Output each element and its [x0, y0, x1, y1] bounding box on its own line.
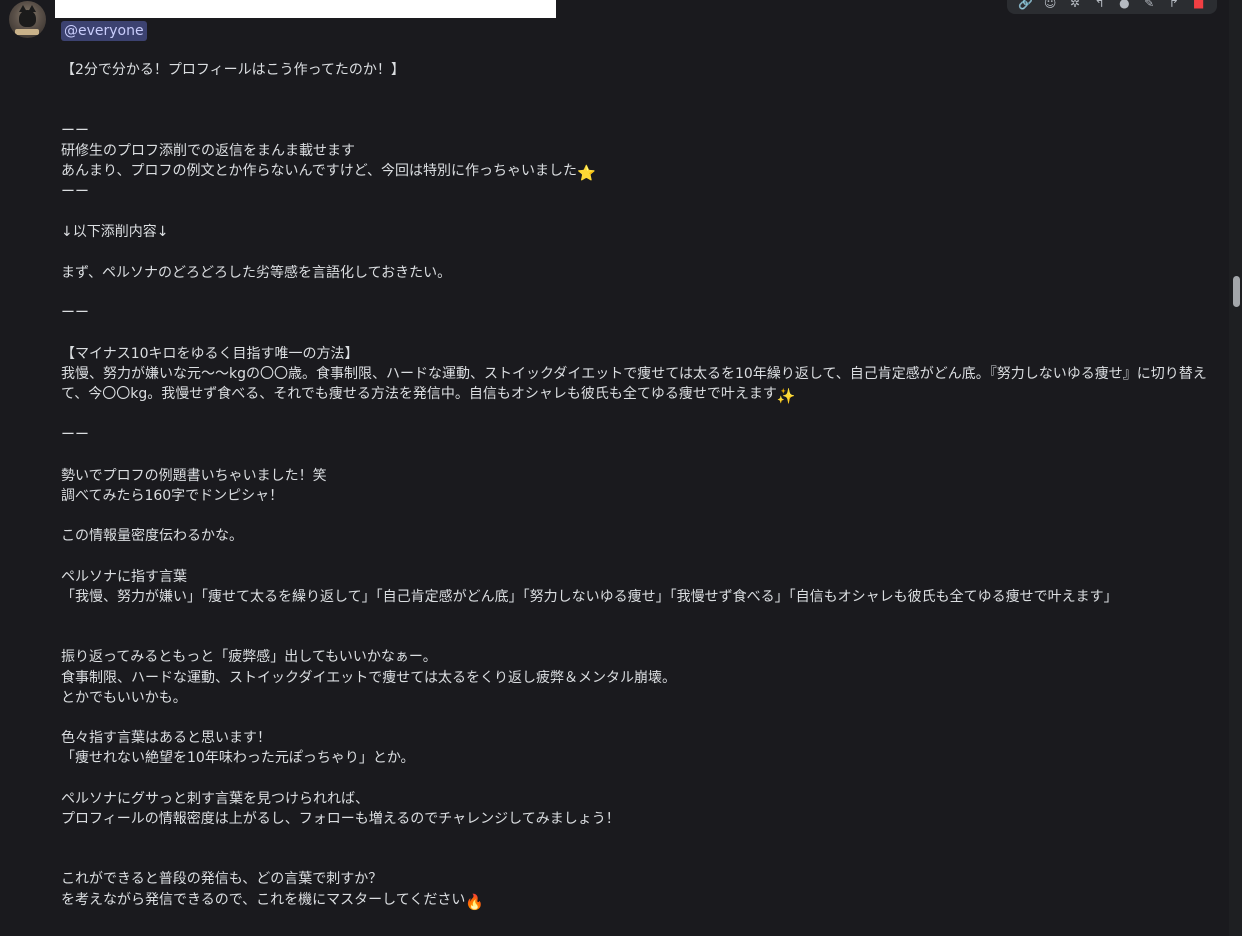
- scrollbar-track[interactable]: [1229, 0, 1242, 936]
- message-line: ペルソナにグサっと刺す言葉を見つけられれば、: [61, 790, 369, 807]
- message-line: ーー: [61, 427, 89, 444]
- message-content: 【2分で分かる！プロフィールはこう作ってたのか！】 ーー 研修生のプロフ添削での…: [61, 60, 1211, 911]
- message-line: 食事制限、ハードな運動、ストイックダイエットで痩せては太るをくり返し疲弊＆メンタ…: [61, 669, 677, 686]
- link-icon[interactable]: 🔗: [1018, 0, 1033, 10]
- message-line: 「痩せれない絶望を10年味わった元ぽっちゃり」とか。: [61, 750, 415, 767]
- message-line: 振り返ってみるともっと「疲弊感」出してもいいかなぁー。: [61, 649, 437, 666]
- message-line: [61, 708, 1211, 728]
- message-line-text: あんまり、プロフの例文とか作らないんですけど、今回は特別に作っちゃいました: [61, 162, 578, 179]
- scrollbar-thumb[interactable]: [1233, 276, 1240, 307]
- message-line: 調べてみたら160字でドンピシャ！: [61, 487, 284, 504]
- message-line: あんまり、プロフの例文とか作らないんですけど、今回は特別に作っちゃいました⭐: [61, 161, 1211, 182]
- star-emoji-icon: ⭐: [577, 163, 596, 182]
- message-line: を考えながら発信できるので、これを機にマスターしてください🔥: [61, 890, 1211, 911]
- emoji-icon[interactable]: ●: [1117, 0, 1131, 10]
- sparkles-emoji-icon: ✨: [776, 386, 796, 405]
- chat-message: 🔗 ☺ ✲ ↰ ● ✎ ↱ ■ @everyone 【2分で分かる！プロフィール…: [0, 0, 1242, 936]
- message-action-toolbar: 🔗 ☺ ✲ ↰ ● ✎ ↱ ■: [1007, 0, 1217, 14]
- delete-icon[interactable]: ■: [1192, 0, 1206, 10]
- fire-emoji-icon: 🔥: [465, 892, 485, 911]
- message-line: 研修生のプロフ添削での返信をまんま載せます: [61, 142, 355, 159]
- message-line: 【2分で分かる！プロフィールはこう作ってたのか！】: [61, 62, 405, 78]
- message-line: [61, 202, 1211, 222]
- message-line: [61, 546, 1211, 566]
- avatar-tag-icon: [15, 29, 39, 35]
- message-line: [61, 607, 1211, 627]
- cat-silhouette-icon: [19, 5, 36, 27]
- message-line: この情報量密度伝わるかな。: [61, 528, 243, 545]
- message-line: 我慢、努力が嫌いな元〜〜kgの〇〇歳。食事制限、ハードな運動、ストイックダイエッ…: [61, 364, 1211, 405]
- edit-icon[interactable]: ✎: [1142, 0, 1156, 10]
- message-line: 勢いでプロフの例題書いちゃいました！笑: [61, 467, 327, 484]
- message-line: 「我慢、努力が嫌い」「痩せて太るを繰り返して」「自己肯定感がどん底」「努力しない…: [61, 588, 1118, 605]
- message-line: [61, 769, 1211, 789]
- message-line: [61, 323, 1211, 343]
- message-line: ペルソナに指す言葉: [61, 568, 187, 585]
- message-line: [61, 283, 1211, 303]
- message-line: [61, 100, 1211, 120]
- message-line: これができると普段の発信も、どの言葉で刺すか？: [61, 871, 383, 888]
- message-line: [61, 627, 1211, 647]
- embed-preview-image[interactable]: [55, 0, 556, 18]
- message-line: ーー: [61, 305, 89, 322]
- message-line: 【マイナス10キロをゆるく目指す唯一の方法】: [61, 345, 359, 362]
- reply-icon[interactable]: ↰: [1093, 0, 1107, 10]
- user-avatar[interactable]: [9, 1, 46, 38]
- message-line: [61, 506, 1211, 526]
- forward-icon[interactable]: ↱: [1167, 0, 1181, 10]
- reaction-icon[interactable]: ☺: [1043, 0, 1057, 10]
- message-line: [61, 445, 1211, 465]
- message-line-text: を考えながら発信できるので、これを機にマスターしてください: [61, 891, 466, 908]
- message-line: とかでもいいかも。: [61, 689, 187, 706]
- everyone-mention[interactable]: @everyone: [61, 21, 147, 41]
- message-line: [61, 243, 1211, 263]
- message-line: 色々指す言葉はあると思います！: [61, 730, 271, 747]
- message-line: [61, 80, 1211, 100]
- message-line: ↓以下添削内容↓: [61, 224, 169, 241]
- pin-icon[interactable]: ✲: [1068, 0, 1082, 10]
- message-line: [61, 405, 1211, 425]
- message-line: [61, 829, 1211, 849]
- message-line: まず、ペルソナのどろどろした劣等感を言語化しておきたい。: [61, 264, 452, 281]
- message-line: プロフィールの情報密度は上がるし、フォローも増えるのでチャレンジしてみましょう！: [61, 810, 620, 827]
- message-line: ーー: [61, 183, 89, 200]
- message-line: ーー: [61, 122, 89, 139]
- message-line: [61, 849, 1211, 869]
- message-line-text: 我慢、努力が嫌いな元〜〜kgの〇〇歳。食事制限、ハードな運動、ストイックダイエッ…: [61, 365, 1207, 402]
